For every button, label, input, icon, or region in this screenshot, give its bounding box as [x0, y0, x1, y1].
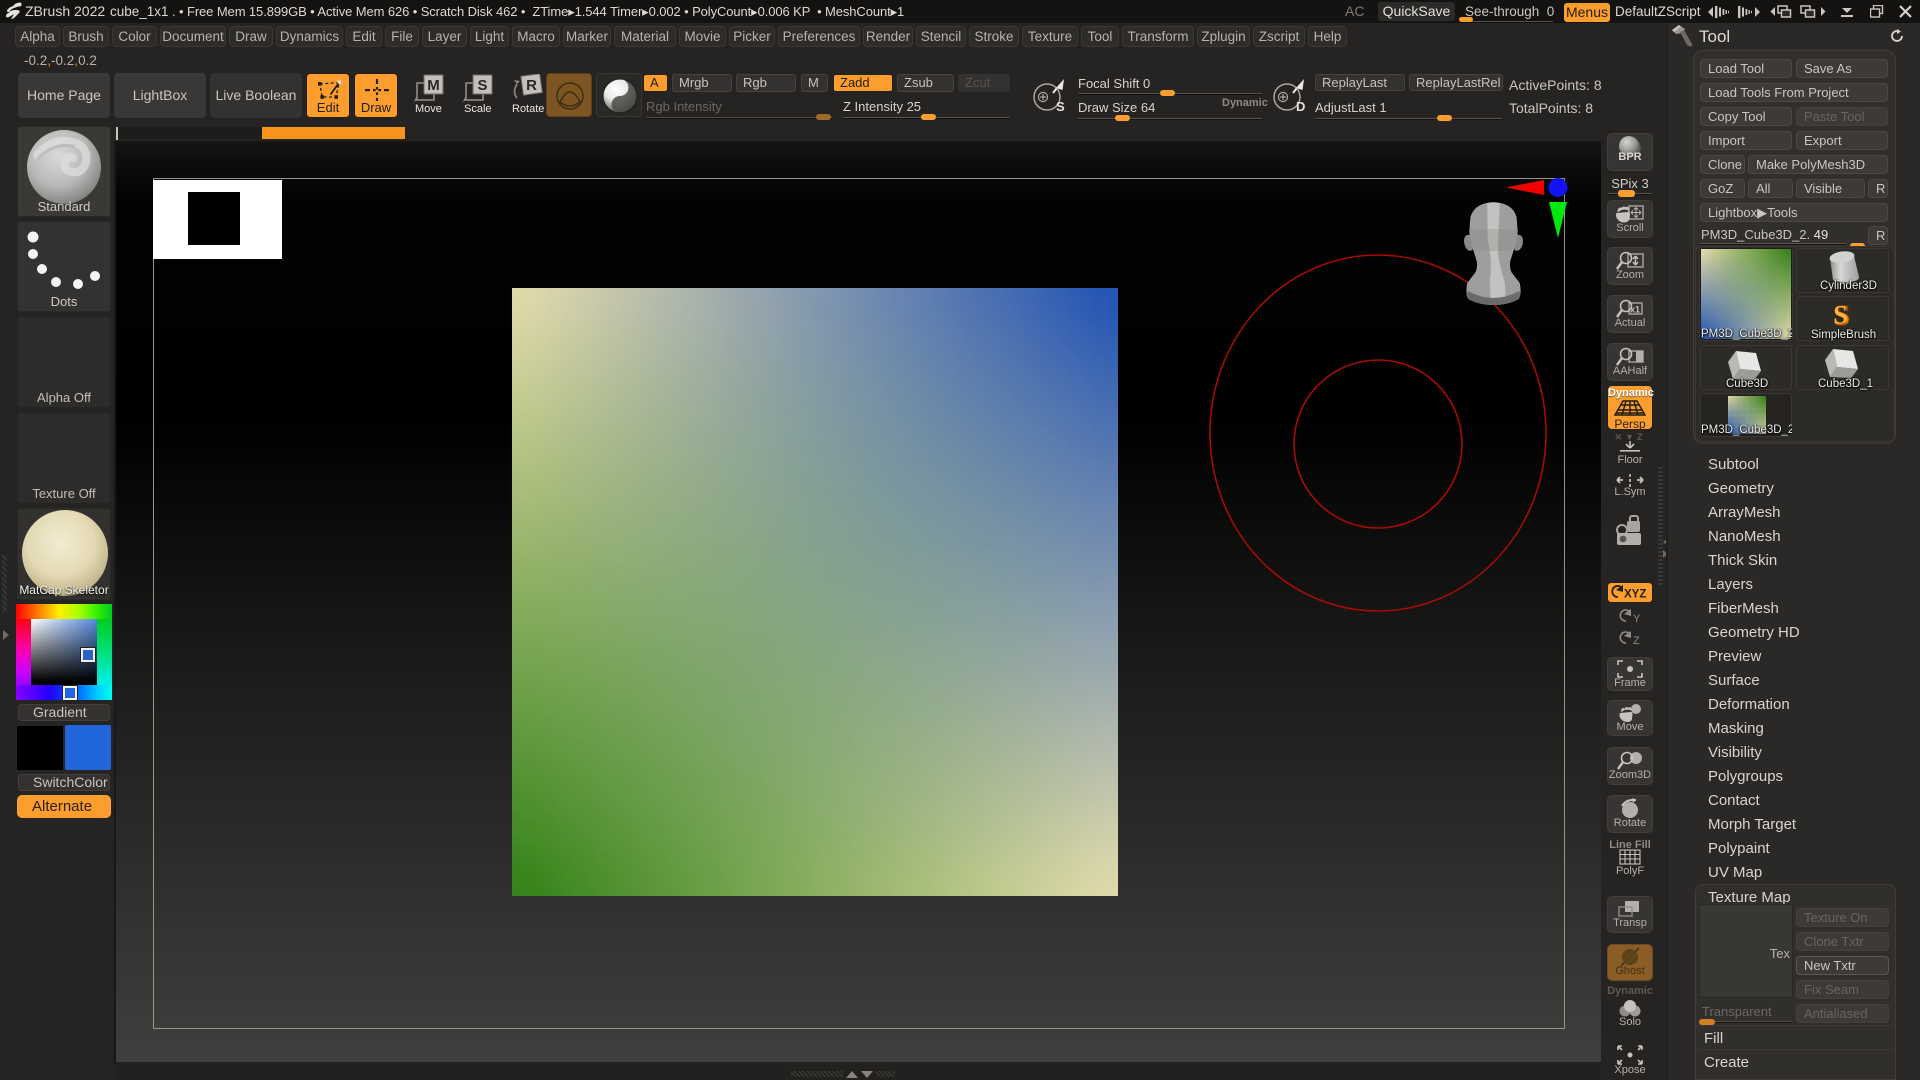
svg-text:M: M: [427, 77, 440, 94]
svg-text:D: D: [1296, 99, 1305, 114]
svg-text:XYZ: XYZ: [1624, 589, 1646, 601]
svg-text:Z: Z: [1633, 635, 1640, 647]
svg-text:R: R: [526, 77, 537, 94]
svg-text:S: S: [1833, 301, 1847, 330]
svg-text:Y: Y: [1633, 613, 1641, 625]
svg-text:S: S: [477, 77, 487, 94]
svg-text:S: S: [1056, 99, 1065, 114]
